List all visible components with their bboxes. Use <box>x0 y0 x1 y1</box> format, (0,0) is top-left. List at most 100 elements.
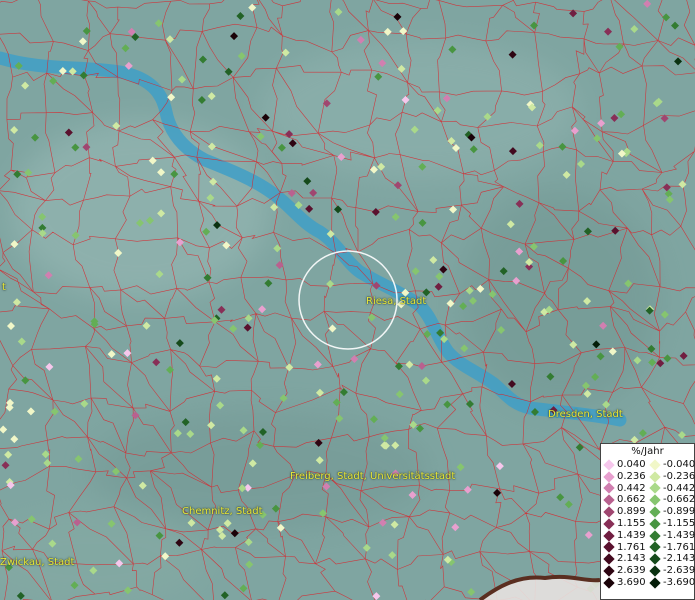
station-marker[interactable] <box>326 280 335 289</box>
station-marker[interactable] <box>49 76 58 85</box>
station-marker[interactable] <box>369 415 378 424</box>
station-marker[interactable] <box>372 592 381 600</box>
station-marker[interactable] <box>198 55 207 64</box>
station-marker[interactable] <box>663 354 672 363</box>
station-marker[interactable] <box>671 21 680 30</box>
station-marker[interactable] <box>418 218 427 227</box>
station-marker[interactable] <box>664 189 673 198</box>
station-marker[interactable] <box>421 376 430 385</box>
station-marker[interactable] <box>50 407 59 416</box>
station-marker[interactable] <box>17 337 26 346</box>
station-marker[interactable] <box>411 267 420 276</box>
station-marker[interactable] <box>597 119 606 128</box>
station-marker[interactable] <box>313 360 322 369</box>
station-marker[interactable] <box>236 12 245 21</box>
station-marker[interactable] <box>10 240 19 249</box>
station-marker[interactable] <box>530 21 539 30</box>
station-marker[interactable] <box>417 362 426 371</box>
station-marker[interactable] <box>142 321 151 330</box>
station-marker[interactable] <box>244 314 253 323</box>
station-marker[interactable] <box>152 358 161 367</box>
station-marker[interactable] <box>638 429 647 438</box>
station-marker[interactable] <box>207 92 216 101</box>
station-marker[interactable] <box>178 75 187 84</box>
station-marker[interactable] <box>165 35 174 44</box>
station-marker[interactable] <box>287 189 296 198</box>
station-marker[interactable] <box>493 488 502 497</box>
station-marker[interactable] <box>10 435 19 444</box>
station-marker[interactable] <box>604 27 613 36</box>
station-marker[interactable] <box>230 32 239 41</box>
station-marker[interactable] <box>610 113 619 122</box>
station-marker[interactable] <box>217 305 226 314</box>
station-marker[interactable] <box>4 450 13 459</box>
station-marker[interactable] <box>275 261 284 270</box>
station-marker[interactable] <box>443 400 452 409</box>
station-marker[interactable] <box>390 520 399 529</box>
station-marker[interactable] <box>10 126 19 135</box>
station-marker[interactable] <box>679 351 688 360</box>
station-marker[interactable] <box>339 388 348 397</box>
station-marker[interactable] <box>303 177 312 186</box>
station-marker[interactable] <box>564 500 573 509</box>
station-marker[interactable] <box>362 543 371 552</box>
station-marker[interactable] <box>26 407 35 416</box>
station-marker[interactable] <box>334 8 343 17</box>
station-marker[interactable] <box>643 0 652 8</box>
station-marker[interactable] <box>630 25 639 34</box>
station-marker[interactable] <box>556 493 565 502</box>
station-marker[interactable] <box>212 374 221 383</box>
station-marker[interactable] <box>435 272 444 281</box>
station-marker[interactable] <box>6 398 15 407</box>
station-marker[interactable] <box>660 310 669 319</box>
station-marker[interactable] <box>175 339 184 348</box>
station-marker[interactable] <box>656 359 665 368</box>
station-marker[interactable] <box>1 461 10 470</box>
station-marker[interactable] <box>350 354 359 363</box>
station-marker[interactable] <box>328 324 337 333</box>
station-marker[interactable] <box>248 3 257 12</box>
station-marker[interactable] <box>677 431 686 440</box>
station-marker[interactable] <box>244 538 253 547</box>
station-marker[interactable] <box>562 170 571 179</box>
station-marker[interactable] <box>434 282 443 291</box>
station-marker[interactable] <box>456 463 465 472</box>
station-marker[interactable] <box>577 160 586 169</box>
station-marker[interactable] <box>43 458 52 467</box>
station-marker[interactable] <box>383 27 392 36</box>
station-marker[interactable] <box>356 35 365 44</box>
station-marker[interactable] <box>12 298 21 307</box>
station-marker[interactable] <box>239 584 248 593</box>
station-marker[interactable] <box>395 390 404 399</box>
station-marker[interactable] <box>197 96 206 105</box>
station-marker[interactable] <box>648 358 657 367</box>
station-marker[interactable] <box>662 183 671 192</box>
station-marker[interactable] <box>281 48 290 57</box>
station-marker[interactable] <box>429 256 438 265</box>
station-marker[interactable] <box>309 188 318 197</box>
station-marker[interactable] <box>121 44 130 53</box>
station-marker[interactable] <box>391 212 400 221</box>
station-marker[interactable] <box>388 551 397 560</box>
map-canvas[interactable] <box>0 0 695 600</box>
station-marker[interactable] <box>451 523 460 532</box>
station-marker[interactable] <box>41 450 50 459</box>
station-marker[interactable] <box>21 376 30 385</box>
station-marker[interactable] <box>243 323 252 332</box>
station-marker[interactable] <box>78 37 87 46</box>
station-marker[interactable] <box>602 400 611 409</box>
station-marker[interactable] <box>665 195 674 204</box>
station-marker[interactable] <box>216 401 225 410</box>
station-marker[interactable] <box>279 394 288 403</box>
station-marker[interactable] <box>264 279 273 288</box>
station-marker[interactable] <box>674 57 683 66</box>
station-marker[interactable] <box>305 204 314 213</box>
station-marker[interactable] <box>154 19 163 28</box>
map-view[interactable]: Riesa, Stadt Dresden, Stadt Freiberg, St… <box>0 0 695 600</box>
station-marker[interactable] <box>584 530 593 539</box>
station-marker[interactable] <box>230 529 239 538</box>
station-marker[interactable] <box>446 299 455 308</box>
station-marker[interactable] <box>405 360 414 369</box>
station-marker[interactable] <box>220 591 229 600</box>
station-marker[interactable] <box>371 207 380 216</box>
